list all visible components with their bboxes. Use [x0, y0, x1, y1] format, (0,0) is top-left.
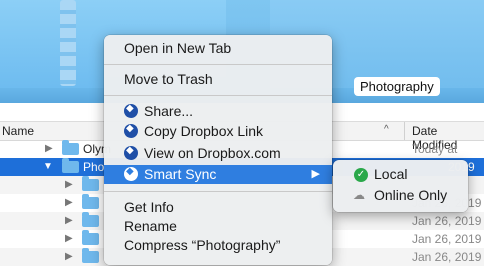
- zipper-decoration: [60, 0, 76, 86]
- row-date: Jan 26, 2019: [412, 250, 482, 264]
- menu-item-share[interactable]: Share...: [104, 102, 332, 121]
- disclosure-triangle-icon[interactable]: ▶: [65, 233, 73, 244]
- row-date: Jan 26, 2019: [412, 214, 482, 228]
- folder-icon: [82, 194, 99, 209]
- menu-item-get-info[interactable]: Get Info: [104, 198, 332, 217]
- disclosure-triangle-icon[interactable]: ▶: [65, 179, 73, 190]
- menu-item-label: Rename: [124, 218, 177, 234]
- menu-item-view-on-dropbox[interactable]: View on Dropbox.com: [104, 144, 332, 163]
- menu-item-label: Move to Trash: [124, 71, 213, 87]
- disclosure-triangle-icon[interactable]: ▼: [43, 161, 53, 172]
- submenu-item-label: Online Only: [374, 187, 448, 203]
- folder-icon: [82, 176, 99, 191]
- menu-separator: [104, 191, 332, 192]
- menu-item-rename[interactable]: Rename: [104, 217, 332, 236]
- menu-item-label: View on Dropbox.com: [144, 145, 281, 161]
- menu-item-label: Copy Dropbox Link: [144, 123, 264, 139]
- dropbox-icon: [124, 166, 138, 181]
- menu-item-open-new-tab[interactable]: Open in New Tab: [104, 39, 332, 58]
- menu-item-label: Get Info: [124, 199, 174, 215]
- menu-item-label: Open in New Tab: [124, 40, 232, 56]
- menu-item-label: Share...: [144, 103, 194, 119]
- menu-item-compress[interactable]: Compress “Photography”: [104, 236, 332, 255]
- column-name[interactable]: Name: [2, 124, 34, 138]
- smart-sync-submenu: ✓ Local ☁ Online Only: [333, 160, 468, 212]
- menu-item-label: Compress “Photography”: [124, 237, 281, 253]
- disclosure-triangle-icon[interactable]: ▶: [65, 215, 73, 226]
- sort-indicator-icon[interactable]: ^: [384, 124, 389, 135]
- dropbox-icon: [124, 145, 138, 160]
- disclosure-triangle-icon[interactable]: ▶: [45, 143, 53, 154]
- submenu-item-label: Local: [374, 166, 408, 182]
- context-menu: Open in New Tab Move to Trash Share... C…: [104, 35, 332, 265]
- menu-item-smart-sync[interactable]: Smart Sync ▶: [104, 165, 332, 184]
- folder-name-label[interactable]: Photography: [354, 77, 440, 96]
- checkmark-icon: ✓: [354, 168, 368, 182]
- row-date: Jan 26, 2019: [412, 232, 482, 246]
- row-name: Pho: [83, 160, 105, 174]
- menu-item-label: Smart Sync: [144, 166, 217, 182]
- cloud-icon: ☁: [353, 188, 365, 202]
- menu-item-move-to-trash[interactable]: Move to Trash: [104, 70, 332, 89]
- disclosure-triangle-icon[interactable]: ▶: [65, 197, 73, 208]
- folder-icon: [82, 212, 99, 227]
- menu-item-copy-dropbox-link[interactable]: Copy Dropbox Link: [104, 122, 332, 141]
- submenu-arrow-icon: ▶: [311, 168, 320, 180]
- dropbox-icon: [124, 123, 138, 138]
- column-divider[interactable]: [404, 122, 405, 140]
- folder-icon: [82, 230, 99, 245]
- menu-separator: [104, 95, 332, 96]
- folder-icon: [62, 140, 79, 155]
- submenu-item-online-only[interactable]: ☁ Online Only: [333, 186, 468, 206]
- folder-icon: [62, 158, 79, 173]
- dropbox-icon: [124, 103, 138, 118]
- menu-separator: [104, 64, 332, 65]
- submenu-item-local[interactable]: ✓ Local: [333, 165, 468, 185]
